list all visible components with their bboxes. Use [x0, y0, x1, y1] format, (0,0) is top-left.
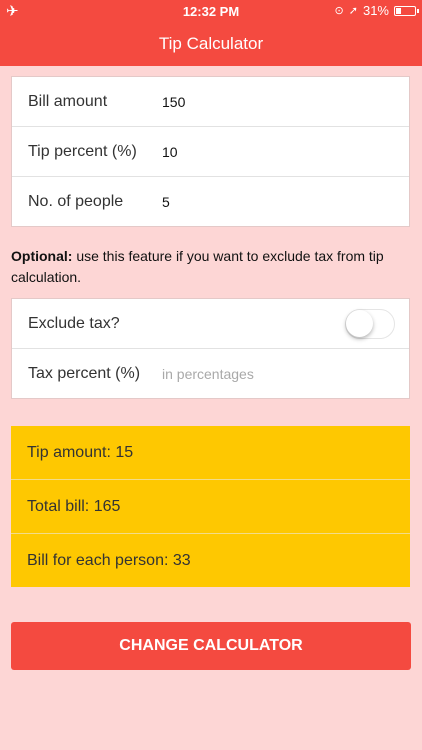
bill-amount-input[interactable]: 150 — [162, 94, 185, 110]
exclude-tax-toggle[interactable] — [345, 309, 395, 339]
battery-icon — [394, 5, 419, 16]
exclude-tax-row: Exclude tax? — [12, 299, 409, 349]
tax-card: Exclude tax? Tax percent (%) in percenta… — [11, 298, 410, 399]
tax-percent-label: Tax percent (%) — [28, 364, 141, 382]
per-person-result: Bill for each person: 33 — [27, 552, 191, 569]
optional-note: Optional: use this feature if you want t… — [11, 246, 413, 288]
results-panel: Tip amount: 15 Total bill: 165 Bill for … — [11, 426, 410, 587]
page-title: Tip Calculator — [158, 34, 264, 53]
people-input[interactable]: 5 — [162, 194, 170, 210]
change-calculator-button[interactable]: CHANGE CALCULATOR — [11, 622, 411, 670]
bill-amount-row[interactable]: Bill amount 150 — [12, 77, 409, 127]
tip-percent-input[interactable]: 10 — [162, 144, 178, 160]
tip-amount-result: Tip amount: 15 — [11, 426, 410, 480]
navbar: Tip Calculator — [0, 22, 422, 66]
people-row[interactable]: No. of people 5 — [12, 177, 409, 226]
inputs-card: Bill amount 150 Tip percent (%) 10 No. o… — [11, 76, 410, 227]
status-bar: ✈ 12:32 PM ⊙ ➚ 31% — [0, 0, 422, 22]
exclude-tax-label: Exclude tax? — [28, 314, 120, 332]
toggle-knob — [346, 310, 373, 337]
total-bill-result: Total bill: 165 — [11, 480, 410, 534]
tax-percent-row[interactable]: Tax percent (%) in percentages — [12, 349, 409, 398]
status-right: ⊙ ➚ 31% — [334, 3, 419, 18]
orientation-lock-icon: ⊙ — [334, 5, 344, 17]
tip-percent-label: Tip percent (%) — [28, 142, 137, 160]
bill-amount-label: Bill amount — [28, 92, 108, 110]
battery-percent: 31% — [362, 3, 389, 18]
location-icon: ➚ — [348, 5, 358, 17]
people-label: No. of people — [28, 192, 124, 210]
tax-percent-input[interactable]: in percentages — [162, 366, 254, 382]
optional-bold: Optional: — [11, 248, 73, 264]
tip-percent-row[interactable]: Tip percent (%) 10 — [12, 127, 409, 177]
